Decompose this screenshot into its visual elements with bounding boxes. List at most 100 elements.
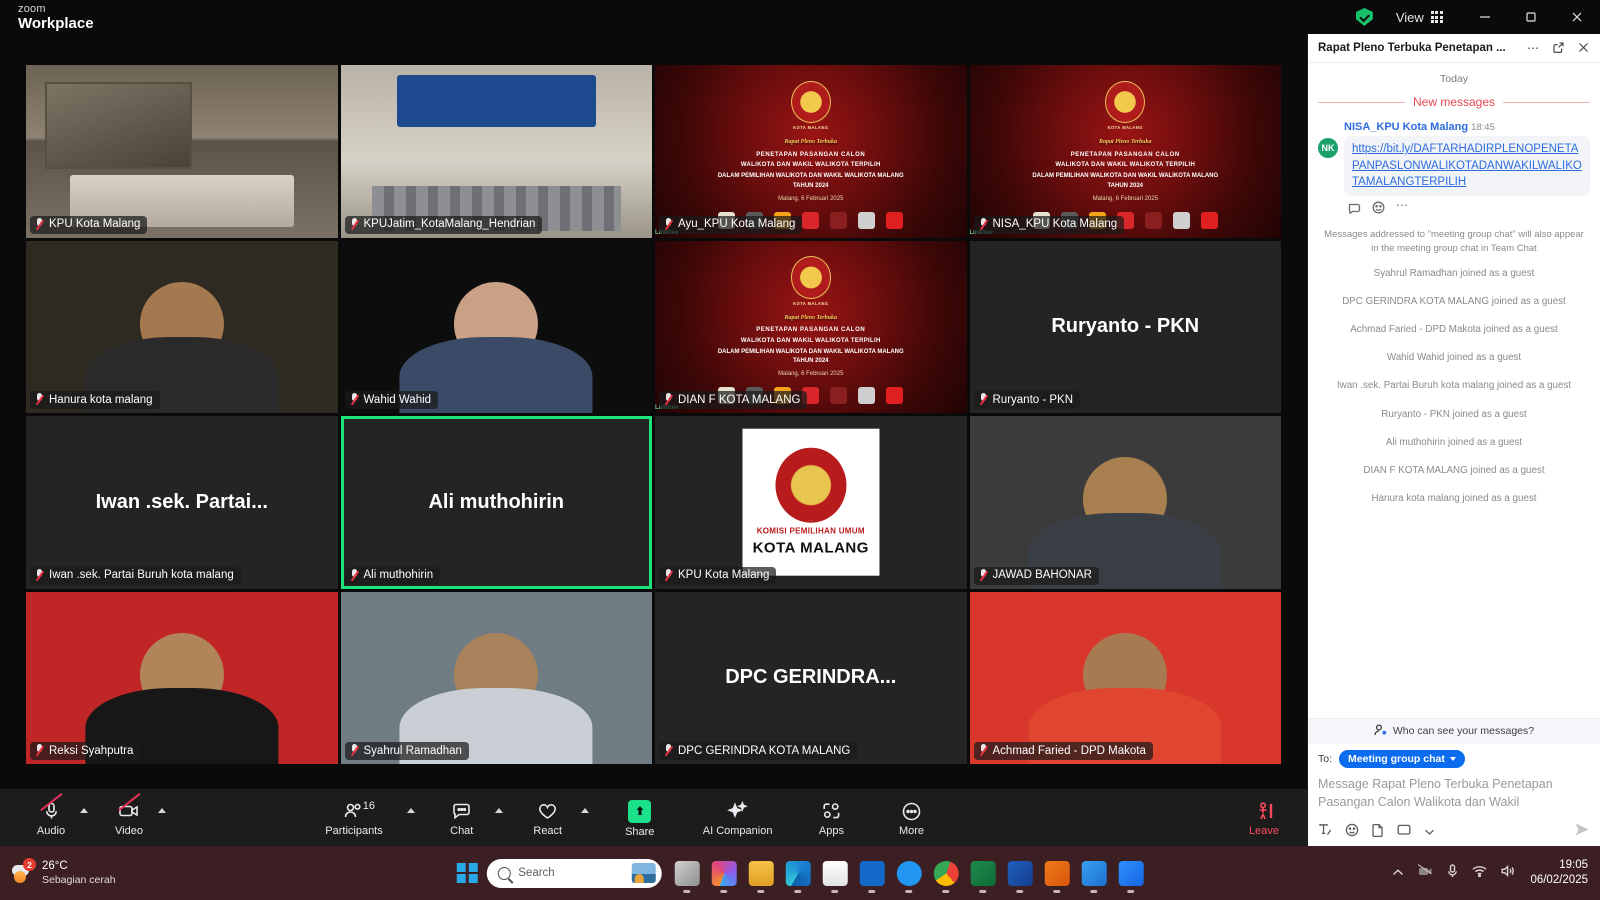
chat-button[interactable]: Chat [435, 798, 489, 837]
participant-tile[interactable]: Hanura kota malang [26, 240, 338, 413]
video-options-chevron-icon[interactable] [158, 808, 166, 813]
participant-name-label: KPU Kota Malang [659, 566, 777, 585]
participant-display-name: Ruryanto - PKN [1051, 315, 1200, 338]
leave-button[interactable]: Leave [1237, 798, 1291, 837]
participants-chevron-icon[interactable] [406, 808, 415, 813]
ai-companion-button[interactable]: AI Companion [697, 798, 779, 837]
audio-button[interactable]: Audio [24, 792, 78, 837]
weather-widget[interactable]: 2 26°C Sebagian cerah [0, 858, 116, 886]
microphone-icon[interactable] [1447, 863, 1458, 883]
microphone-muted-icon [35, 744, 44, 757]
clock[interactable]: 19:05 06/02/2025 [1530, 858, 1588, 888]
windows-start-icon[interactable] [456, 862, 478, 884]
wifi-icon[interactable] [1472, 864, 1487, 882]
zoom-workplace-logo: zoom Workplace [0, 3, 94, 32]
participant-tile[interactable]: KOTA MALANG Rapat Pleno Terbuka PENETAPA… [655, 240, 967, 413]
security-shield-icon[interactable] [1355, 8, 1373, 26]
message-link[interactable]: https://bit.ly/DAFTARHADIRPLENOPENETAPAN… [1352, 141, 1582, 191]
participant-tile[interactable]: Syahrul Ramadhan [340, 591, 652, 764]
who-can-see-messages-button[interactable]: Who can see your messages? [1308, 717, 1600, 744]
show-hidden-icons-icon[interactable] [1392, 864, 1404, 882]
participant-tile[interactable]: KPU Kota Malang [26, 65, 338, 238]
participant-tile[interactable]: Wahid Wahid [340, 240, 652, 413]
slide-subtitle-4: TAHUN 2024 [792, 182, 829, 189]
pop-out-icon[interactable] [1550, 40, 1567, 57]
video-button[interactable]: Video [102, 792, 156, 837]
emoji-reaction-icon[interactable] [1372, 201, 1385, 219]
participant-tile[interactable]: KOTA MALANG Rapat Pleno Terbuka PENETAPA… [655, 65, 967, 238]
task-view-icon[interactable] [674, 860, 700, 886]
more-options-icon[interactable]: ⋯ [1524, 40, 1542, 56]
participant-tile[interactable]: Iwan .sek. Partai... Iwan .sek. Partai B… [26, 416, 338, 589]
minimize-icon[interactable] [1462, 0, 1508, 34]
microsoft-store-icon[interactable] [822, 860, 848, 886]
format-text-icon[interactable] [1318, 823, 1332, 841]
who-can-see-label: Who can see your messages? [1392, 725, 1535, 737]
more-tools-icon[interactable] [1424, 823, 1435, 841]
chat-composer: To: Meeting group chat Message Rapat Ple… [1308, 744, 1600, 847]
file-attach-icon[interactable] [1372, 823, 1384, 842]
participant-tile[interactable]: Ruryanto - PKN Ruryanto - PKN [969, 240, 1281, 413]
participant-tile[interactable]: KPUJatim_KotaMalang_Hendrian [340, 65, 652, 238]
participant-name-text: Ayu_KPU Kota Malang [678, 218, 796, 230]
camera-off-icon[interactable] [1418, 864, 1433, 882]
microphone-muted-icon [664, 744, 673, 757]
microphone-muted-icon [350, 217, 359, 231]
maximize-icon[interactable] [1508, 0, 1554, 34]
brand-workplace-text: Workplace [18, 14, 94, 32]
speaker-icon[interactable] [1501, 864, 1516, 882]
more-button[interactable]: More [884, 798, 938, 837]
participant-tile[interactable]: KOMISI PEMILIHAN UMUM KOTA MALANG KPU Ko… [655, 416, 967, 589]
video-label: Video [115, 825, 143, 837]
file-explorer-icon[interactable] [748, 860, 774, 886]
chat-message-list[interactable]: Today New messages NISA_KPU Kota Malang 1… [1308, 63, 1600, 718]
new-messages-divider: New messages [1318, 95, 1590, 109]
send-icon[interactable] [1574, 822, 1590, 842]
participant-tile[interactable]: Ali muthohirin Ali muthohirin [340, 416, 652, 589]
slide-date: Malang, 6 Februari 2025 [778, 195, 844, 202]
slide-subtitle-4: TAHUN 2024 [792, 358, 829, 365]
microphone-muted-icon [35, 568, 44, 582]
slide-subtitle-3: DALAM PEMILIHAN WALIKOTA DAN WAKIL WALIK… [1032, 173, 1219, 180]
participant-tile[interactable]: DPC GERINDRA... DPC GERINDRA KOTA MALANG [655, 591, 967, 764]
participant-name-text: DPC GERINDRA KOTA MALANG [678, 744, 851, 757]
participant-name-label: Ayu_KPU Kota Malang [659, 215, 803, 234]
help-icon[interactable] [896, 860, 922, 886]
message-input[interactable]: Message Rapat Pleno Terbuka Penetapan Pa… [1318, 775, 1590, 813]
screenshot-icon[interactable] [1397, 823, 1411, 841]
view-button[interactable]: View [1387, 5, 1452, 30]
participants-button[interactable]: 16 Participants [319, 798, 388, 837]
react-chevron-icon[interactable] [580, 808, 589, 813]
chrome-icon[interactable] [933, 860, 959, 886]
gpss-icon[interactable] [1044, 860, 1070, 886]
emoji-icon[interactable] [1345, 823, 1359, 842]
reply-icon[interactable] [1348, 201, 1361, 219]
message-sender-name[interactable]: NISA_KPU Kota Malang [1344, 121, 1468, 133]
chat-chevron-icon[interactable] [494, 808, 503, 813]
close-icon[interactable] [1554, 0, 1600, 34]
participant-tile[interactable]: Reksi Syahputra [26, 591, 338, 764]
microphone-muted-icon [39, 792, 63, 822]
participant-tile[interactable]: Achmad Faried - DPD Makota [969, 591, 1281, 764]
participant-name-text: NISA_KPU Kota Malang [992, 218, 1118, 230]
apps-button[interactable]: Apps [804, 798, 858, 837]
edge-icon[interactable] [785, 860, 811, 886]
recipient-selector[interactable]: Meeting group chat [1339, 749, 1465, 768]
participant-tile[interactable]: JAWAD BAHONAR [969, 416, 1281, 589]
kpu-logo-avatar: KOMISI PEMILIHAN UMUM KOTA MALANG [742, 428, 880, 576]
photos-icon[interactable] [1081, 860, 1107, 886]
mydp-icon[interactable] [859, 860, 885, 886]
excel-icon[interactable] [970, 860, 996, 886]
copilot-icon[interactable] [711, 860, 737, 886]
participant-tile[interactable]: KOTA MALANG Rapat Pleno Terbuka PENETAPA… [969, 65, 1281, 238]
more-actions-icon[interactable]: ⋯ [1396, 199, 1408, 219]
zoom-icon[interactable] [1118, 860, 1144, 886]
weather-condition: Sebagian cerah [42, 873, 116, 886]
share-button[interactable]: Share [613, 798, 667, 838]
slide-org: KOTA MALANG [793, 125, 829, 131]
close-icon[interactable] [1575, 40, 1592, 57]
audio-options-chevron-icon[interactable] [80, 808, 88, 813]
react-button[interactable]: React [521, 798, 575, 837]
search-input[interactable]: Search [486, 858, 662, 888]
word-icon[interactable] [1007, 860, 1033, 886]
